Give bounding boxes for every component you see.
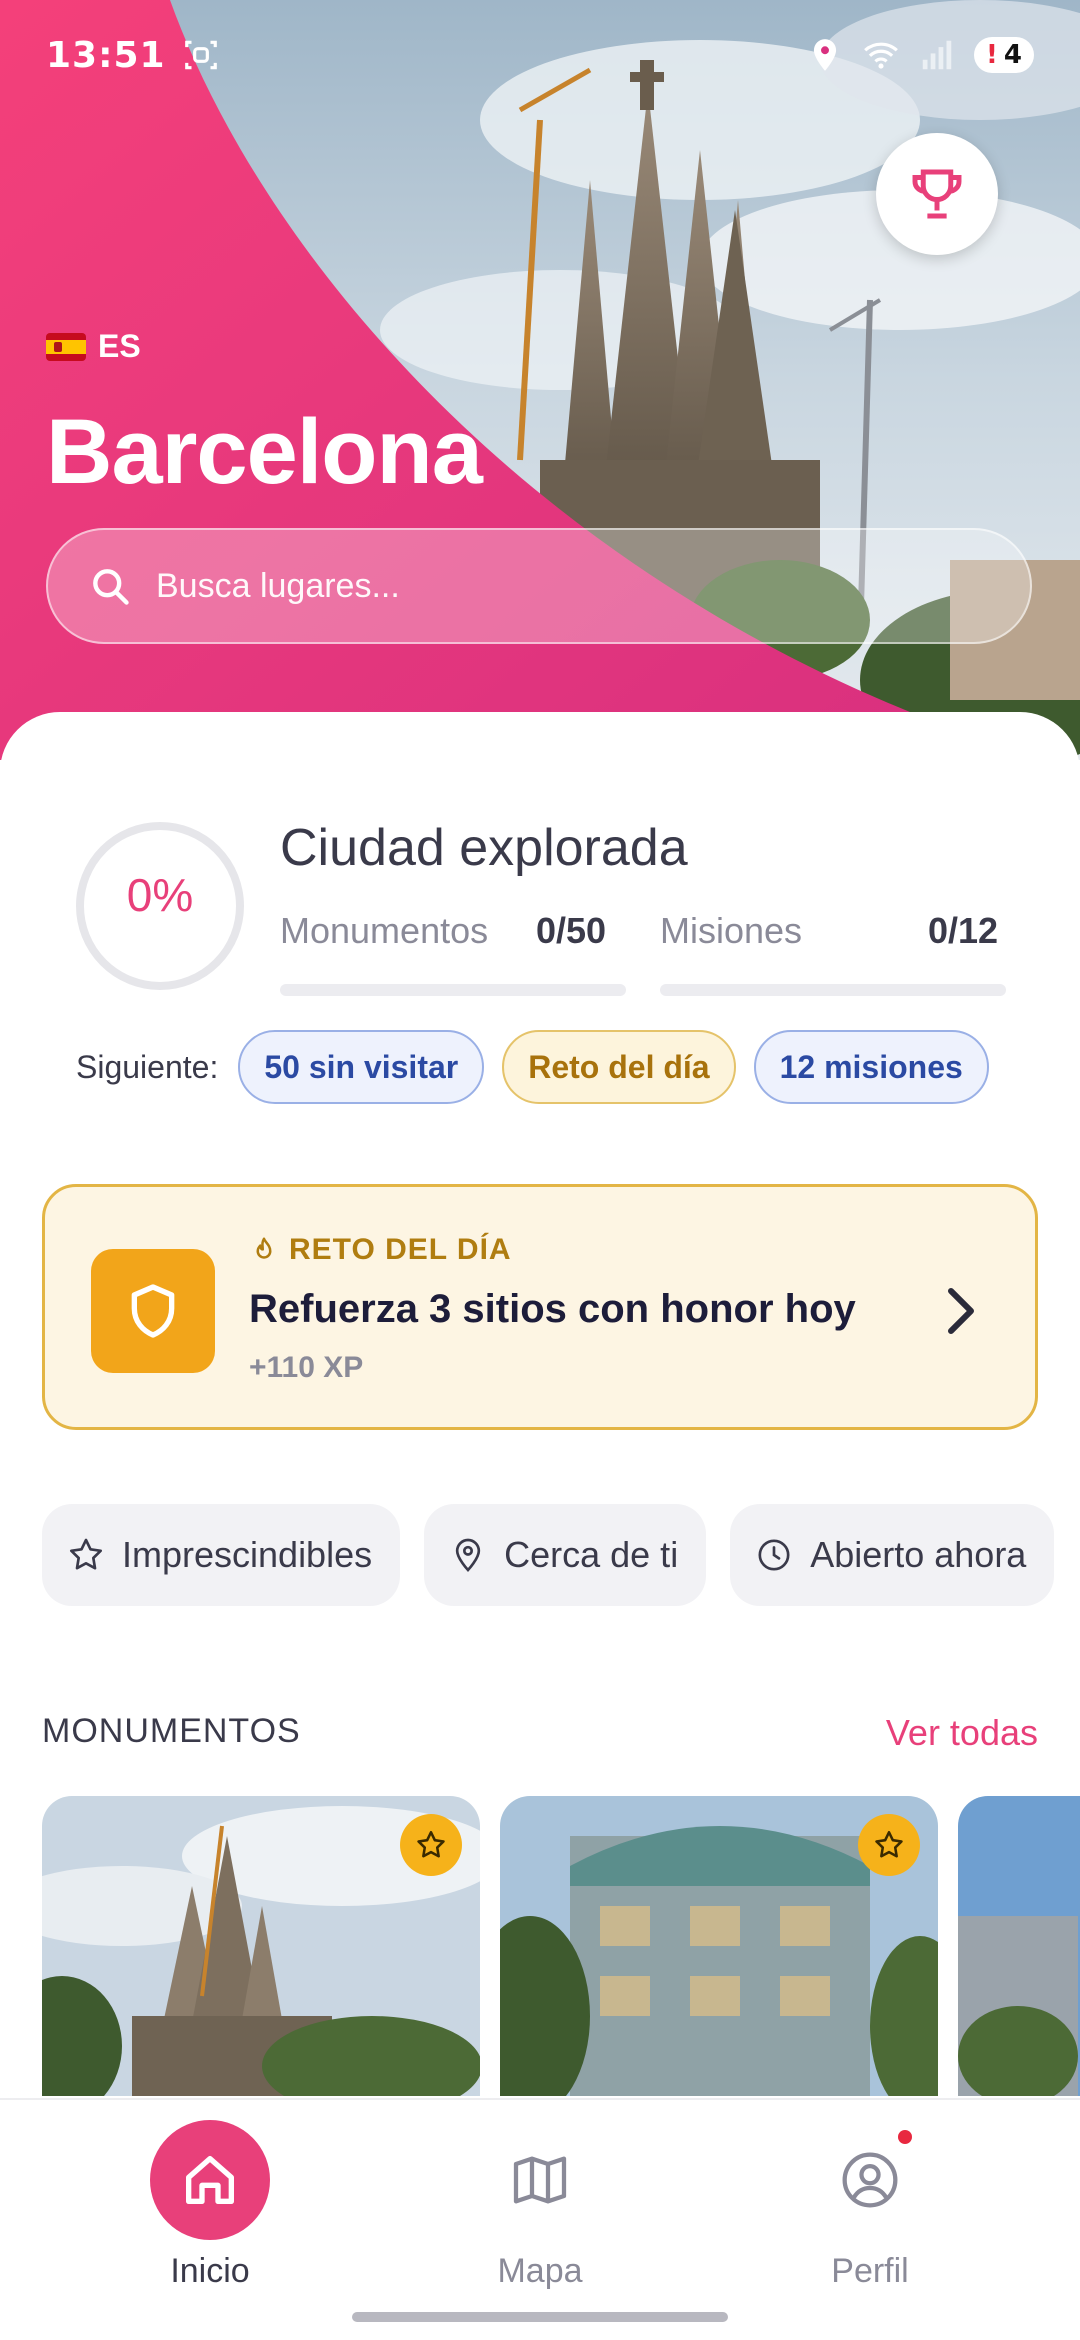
country-indicator: ES	[46, 328, 141, 365]
explored-title: Ciudad explorada	[280, 819, 688, 877]
filter-nearby-label: Cerca de ti	[504, 1534, 679, 1575]
challenge-icon-tile	[91, 1249, 215, 1373]
monuments-progress-bar	[280, 984, 626, 996]
chip-daily-challenge[interactable]: Reto del día	[502, 1030, 736, 1104]
filter-open-now[interactable]: Abierto ahora	[730, 1504, 1055, 1606]
missions-label: Misiones	[660, 910, 803, 951]
daily-challenge-card[interactable]: RETO DEL DÍA Refuerza 3 sitios con honor…	[42, 1184, 1038, 1430]
shield-icon	[131, 1284, 175, 1338]
gesture-home-indicator	[352, 2312, 728, 2322]
challenge-kicker: RETO DEL DÍA	[249, 1233, 512, 1267]
nav-home-icon-wrap	[150, 2120, 270, 2240]
map-icon	[513, 2156, 567, 2204]
clock-icon	[758, 1539, 790, 1571]
flame-icon	[256, 1237, 272, 1259]
status-time: 13:51	[46, 34, 166, 76]
monument-card[interactable]	[42, 1796, 480, 2096]
signal-icon	[922, 40, 952, 70]
missions-progress-bar	[660, 984, 1006, 996]
next-steps-row: Siguiente: 50 sin visitar Reto del día 1…	[76, 1030, 989, 1104]
status-bar: 13:51 ! 4	[46, 30, 1034, 80]
missions-count-wrap: 0/12	[928, 910, 998, 952]
monument-card[interactable]	[958, 1796, 1080, 2096]
search-icon	[93, 569, 129, 605]
location-icon	[813, 39, 837, 71]
achievements-button[interactable]	[876, 133, 998, 255]
filter-must-see[interactable]: Imprescindibles	[42, 1504, 401, 1606]
nav-home-label: Inicio	[170, 2252, 250, 2290]
challenge-xp: +110 XP	[249, 1351, 364, 1384]
monument-photo	[958, 1796, 1080, 2096]
monuments-carousel	[42, 1796, 1080, 2096]
exploration-percent: 0%	[126, 869, 194, 921]
favorite-star-badge[interactable]	[400, 1814, 462, 1876]
filter-chips-row: Imprescindibles Cerca de ti Abierto ahor…	[42, 1504, 1080, 1606]
nav-map[interactable]: Mapa	[430, 2120, 650, 2291]
bottom-navigation: Inicio Mapa Perfil	[0, 2098, 1080, 2340]
monuments-stat: Monumentos	[280, 910, 488, 952]
hero-pink-shape	[0, 0, 930, 760]
nav-map-label: Mapa	[497, 2252, 583, 2290]
filter-open-now-label: Abierto ahora	[810, 1534, 1027, 1575]
battery-badge: ! 4	[974, 37, 1034, 73]
star-outline-icon	[70, 1538, 102, 1570]
monuments-label: Monumentos	[280, 910, 489, 951]
home-icon	[186, 2156, 234, 2204]
see-all-link[interactable]: Ver todas	[886, 1712, 1038, 1754]
filter-must-see-label: Imprescindibles	[122, 1534, 373, 1575]
country-code: ES	[98, 328, 141, 364]
wifi-icon	[864, 42, 898, 69]
missions-stat: Misiones	[660, 910, 802, 952]
nav-profile-label: Perfil	[831, 2252, 909, 2290]
challenge-kicker-text: RETO DEL DÍA	[289, 1233, 512, 1266]
notification-dot	[898, 2130, 912, 2144]
challenge-title: Refuerza 3 sitios con honor hoy	[249, 1287, 856, 1331]
chevron-right-icon	[948, 1288, 974, 1334]
nav-profile[interactable]: Perfil	[760, 2120, 980, 2291]
star-icon	[417, 1830, 445, 1858]
spain-flag-icon	[46, 332, 86, 361]
location-pin-icon	[455, 1538, 481, 1572]
favorite-star-badge[interactable]	[858, 1814, 920, 1876]
monuments-count: 0/50	[536, 910, 607, 951]
monuments-count-wrap: 0/50	[536, 910, 606, 952]
hero-header: 13:51 ! 4 ES Barcelona Busca lugares...	[0, 0, 1080, 760]
missions-count: 0/12	[928, 910, 999, 951]
search-bar[interactable]: Busca lugares...	[46, 528, 1032, 644]
nav-home[interactable]: Inicio	[100, 2120, 320, 2291]
user-circle-icon	[842, 2152, 898, 2208]
nav-map-icon-wrap	[480, 2120, 600, 2240]
city-title: Barcelona	[46, 401, 483, 503]
chip-missions[interactable]: 12 misiones	[753, 1030, 989, 1104]
search-placeholder: Busca lugares...	[156, 566, 400, 605]
filter-nearby[interactable]: Cerca de ti	[424, 1504, 707, 1606]
monuments-section-title: MONUMENTOS	[42, 1712, 301, 1750]
next-label: Siguiente:	[76, 1048, 219, 1085]
trophy-icon	[912, 169, 962, 219]
screen-capture-icon	[184, 40, 217, 70]
chip-unvisited[interactable]: 50 sin visitar	[238, 1030, 485, 1104]
nav-profile-icon-wrap	[810, 2120, 930, 2240]
star-icon	[875, 1830, 903, 1858]
monument-card[interactable]	[500, 1796, 938, 2096]
